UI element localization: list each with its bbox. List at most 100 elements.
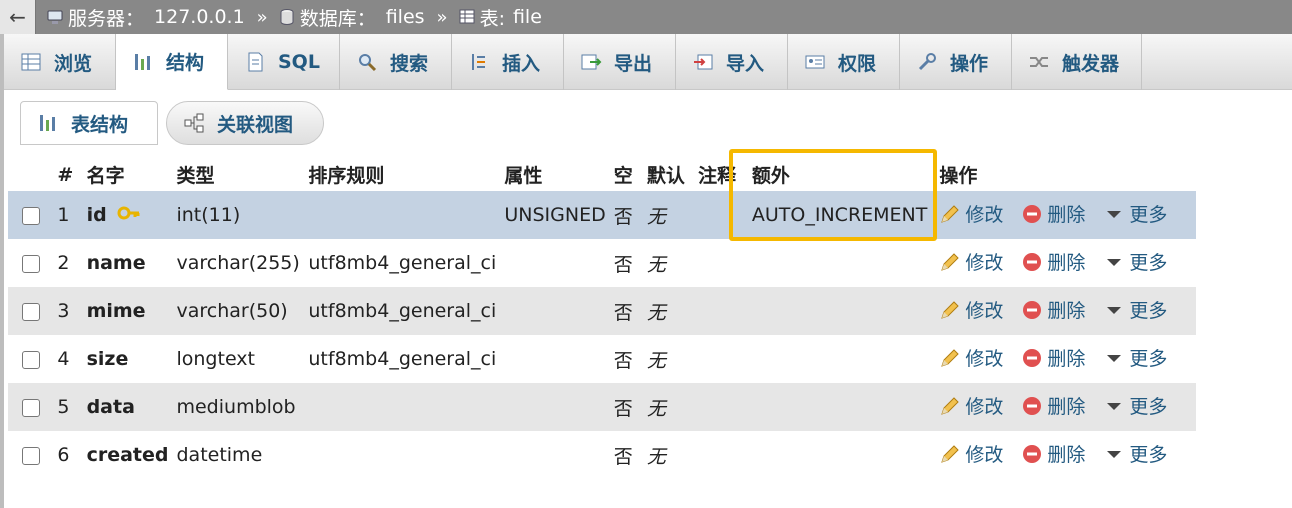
row-checkbox[interactable] [21,446,40,465]
insert-icon [472,54,485,70]
drop-icon [1021,299,1043,321]
tab-import[interactable]: 导入 [676,34,788,90]
drop-button[interactable]: 删除 [1021,248,1085,275]
subtab-relation-view[interactable]: 关联视图 [166,101,324,145]
chevron-down-icon [1103,299,1125,321]
drop-button[interactable]: 删除 [1021,200,1085,227]
breadcrumb-server[interactable]: 服务器： 127.0.0.1 [46,4,245,31]
edit-button[interactable]: 修改 [939,344,1003,371]
header-type[interactable]: 类型 [172,158,305,191]
cell-extra [741,383,936,431]
tab-triggers[interactable]: 触发器 [1012,34,1142,90]
cell-num: 4 [53,335,83,383]
cell-null: 否 [609,383,643,431]
sql-icon [248,52,263,72]
chevron-down-icon [1103,395,1125,417]
row-checkbox[interactable] [21,350,40,369]
tab-label: 结构 [166,52,205,74]
drop-button[interactable]: 删除 [1021,440,1085,467]
drop-button[interactable]: 删除 [1021,344,1085,371]
pencil-icon [939,203,961,225]
tab-label: 导出 [614,52,653,75]
table-row[interactable]: 4 size longtext utf8mb4_general_ci 否无 修改 删除 更多 [8,335,1196,383]
relation-view-icon [184,113,204,133]
tab-search[interactable]: 搜索 [340,34,452,90]
table-header-row: # 名字 类型 排序规则 属性 空 默认 注释 额外 操作 [8,158,1196,191]
cell-type: longtext [172,335,305,383]
cell-num: 6 [53,431,83,479]
header-null[interactable]: 空 [609,158,643,191]
subtab-table-structure[interactable]: 表结构 [20,101,158,145]
tab-sql[interactable]: SQL [228,34,340,90]
header-comments[interactable]: 注释 [694,158,742,191]
main-tabs: 浏览 结构 SQL 搜索 插入 导出 导入 权限 操作 触发器 [4,34,1292,90]
cell-attributes [500,239,610,287]
tab-insert[interactable]: 插入 [452,34,564,90]
drop-button[interactable]: 删除 [1021,392,1085,419]
more-button[interactable]: 更多 [1103,392,1167,419]
pencil-icon [939,347,961,369]
cell-name: created [86,444,169,466]
tab-privileges[interactable]: 权限 [788,34,900,90]
drop-label: 删除 [1047,444,1086,467]
more-button[interactable]: 更多 [1103,440,1167,467]
cell-attributes [500,431,610,479]
subtab-label: 关联视图 [217,113,294,136]
cell-default: 无 [642,383,695,431]
back-button[interactable]: ← [0,0,36,34]
more-button[interactable]: 更多 [1103,296,1167,323]
edit-button[interactable]: 修改 [939,296,1003,323]
more-button[interactable]: 更多 [1103,248,1167,275]
header-default[interactable]: 默认 [642,158,695,191]
table-row[interactable]: 2 name varchar(255) utf8mb4_general_ci 否无 修改 删… [8,239,1196,287]
row-checkbox[interactable] [21,206,40,225]
table-icon [459,9,475,24]
edit-button[interactable]: 修改 [939,248,1003,275]
cell-collation [304,191,501,239]
header-name[interactable]: 名字 [82,158,173,191]
drop-icon [1021,395,1043,417]
header-collation[interactable]: 排序规则 [304,158,501,191]
cell-name: id [86,203,107,226]
row-checkbox[interactable] [21,398,40,417]
edit-label: 修改 [965,396,1004,419]
pencil-icon [939,395,961,417]
tab-export[interactable]: 导出 [564,34,676,90]
structure-table: # 名字 类型 排序规则 属性 空 默认 注释 额外 操作 1 id int(11)… [8,158,1196,479]
table-row[interactable]: 1 id int(11) UNSIGNED 否无 AUTO_INCREMENT 修改 删除 更多 [8,191,1196,239]
edit-button[interactable]: 修改 [939,440,1003,467]
drop-button[interactable]: 删除 [1021,296,1085,323]
edit-button[interactable]: 修改 [939,392,1003,419]
header-extra[interactable]: 额外 [741,158,936,191]
drop-label: 删除 [1047,252,1086,275]
left-border [0,34,4,508]
table-row[interactable]: 5 data mediumblob 否无 修改 删除 更多 [8,383,1196,431]
breadcrumb-database[interactable]: 数据库： files [278,4,425,31]
header-action: 操作 [935,158,1196,191]
header-attributes[interactable]: 属性 [500,158,610,191]
cell-attributes: UNSIGNED [500,191,610,239]
tab-structure[interactable]: 结构 [116,34,228,90]
cell-null: 否 [609,191,643,239]
breadcrumb-table[interactable]: 表: file [458,4,542,31]
more-button[interactable]: 更多 [1103,200,1167,227]
table-row[interactable]: 6 created datetime 否无 修改 删除 更多 [8,431,1196,479]
more-button[interactable]: 更多 [1103,344,1167,371]
row-checkbox[interactable] [21,254,40,273]
drop-label: 删除 [1047,348,1086,371]
row-checkbox[interactable] [21,302,40,321]
cell-num: 3 [53,287,83,335]
cell-num: 5 [53,383,83,431]
edit-button[interactable]: 修改 [939,200,1003,227]
chevron-down-icon [1103,251,1125,273]
breadcrumb-separator: » [436,6,448,28]
cell-extra: AUTO_INCREMENT [741,191,936,239]
tab-browse[interactable]: 浏览 [4,34,116,90]
header-num[interactable]: # [53,158,83,191]
cell-type: int(11) [172,191,305,239]
more-label: 更多 [1129,204,1168,227]
cell-default: 无 [642,335,695,383]
table-row[interactable]: 3 mime varchar(50) utf8mb4_general_ci 否无 修改 删除… [8,287,1196,335]
tab-operations[interactable]: 操作 [900,34,1012,90]
chevron-down-icon [1103,203,1125,225]
